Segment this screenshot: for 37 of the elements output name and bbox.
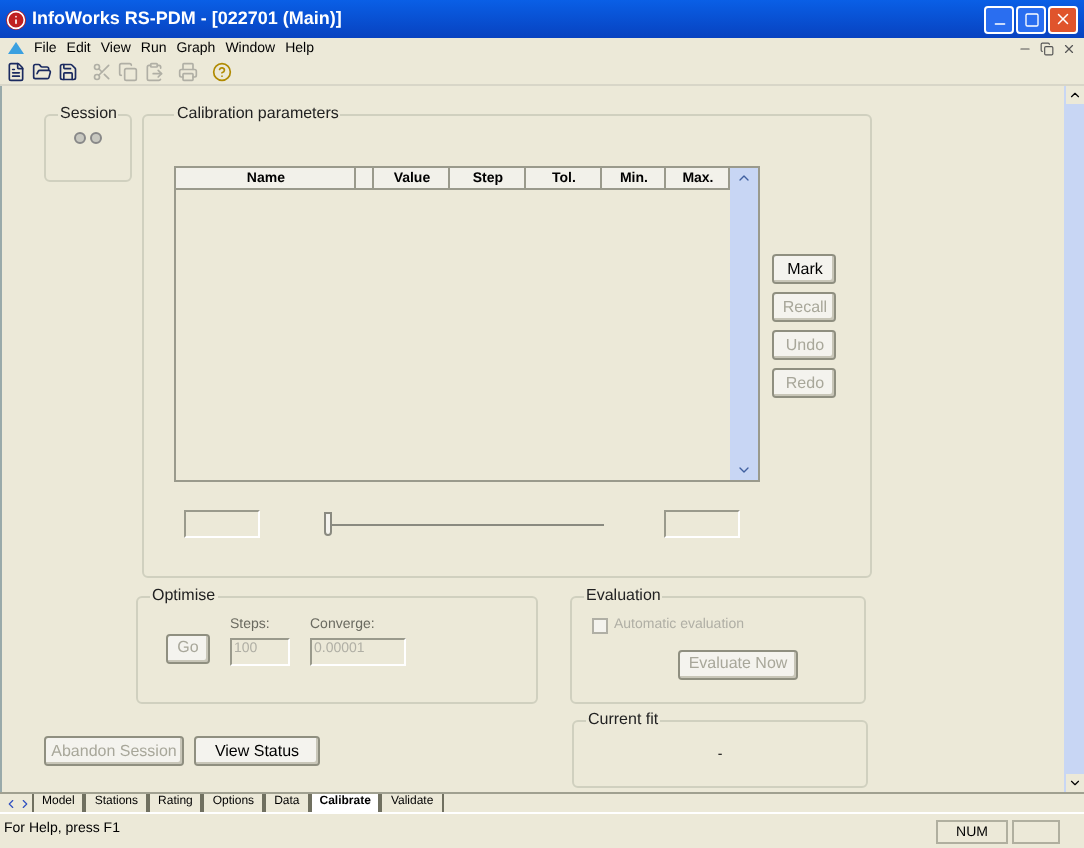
folder-icon[interactable] xyxy=(32,61,52,81)
value-field[interactable] xyxy=(664,510,741,538)
group-title: Session xyxy=(58,102,119,126)
help-icon[interactable] xyxy=(212,61,232,81)
scroll-down-button[interactable] xyxy=(1065,774,1083,792)
action-button[interactable]: View Status xyxy=(194,736,320,766)
scroll-down-icon xyxy=(1067,776,1081,790)
vertical-scrollbar[interactable] xyxy=(730,168,759,480)
group-title: Optimise xyxy=(150,584,218,608)
status-pane xyxy=(1012,819,1060,843)
scroll-up-icon xyxy=(1067,88,1081,102)
maximize-button[interactable] xyxy=(1016,5,1046,33)
status-light-icon xyxy=(90,132,103,144)
slider-track[interactable] xyxy=(324,512,605,536)
group-title: Current fit xyxy=(586,708,661,732)
window-title: InfoWorks RS-PDM - [022701 (Main)] xyxy=(32,5,342,32)
save-icon[interactable] xyxy=(58,61,78,81)
restore-icon[interactable] xyxy=(1040,41,1054,55)
tab-scroll-left-icon[interactable] xyxy=(4,796,18,812)
slider-thumb[interactable] xyxy=(324,512,333,536)
new-file-icon[interactable] xyxy=(6,61,26,81)
app-icon xyxy=(6,9,26,29)
close-button[interactable] xyxy=(1048,5,1078,33)
maximize-icon xyxy=(1023,11,1039,27)
status-light-icon xyxy=(74,132,87,144)
value-field[interactable] xyxy=(184,510,261,538)
group-title: Calibration parameters xyxy=(174,102,341,126)
close-icon[interactable] xyxy=(1062,41,1076,55)
document-icon xyxy=(8,42,24,54)
group-title: Evaluation xyxy=(584,584,663,608)
column-header[interactable] xyxy=(356,168,375,190)
tab-scroll-right-icon[interactable] xyxy=(18,796,32,812)
scroll-up-button[interactable] xyxy=(1065,86,1083,104)
vertical-scrollbar[interactable] xyxy=(1064,86,1084,792)
minimize-button[interactable] xyxy=(984,5,1014,33)
action-button[interactable]: Mark xyxy=(772,254,837,284)
close-icon xyxy=(1054,10,1072,28)
